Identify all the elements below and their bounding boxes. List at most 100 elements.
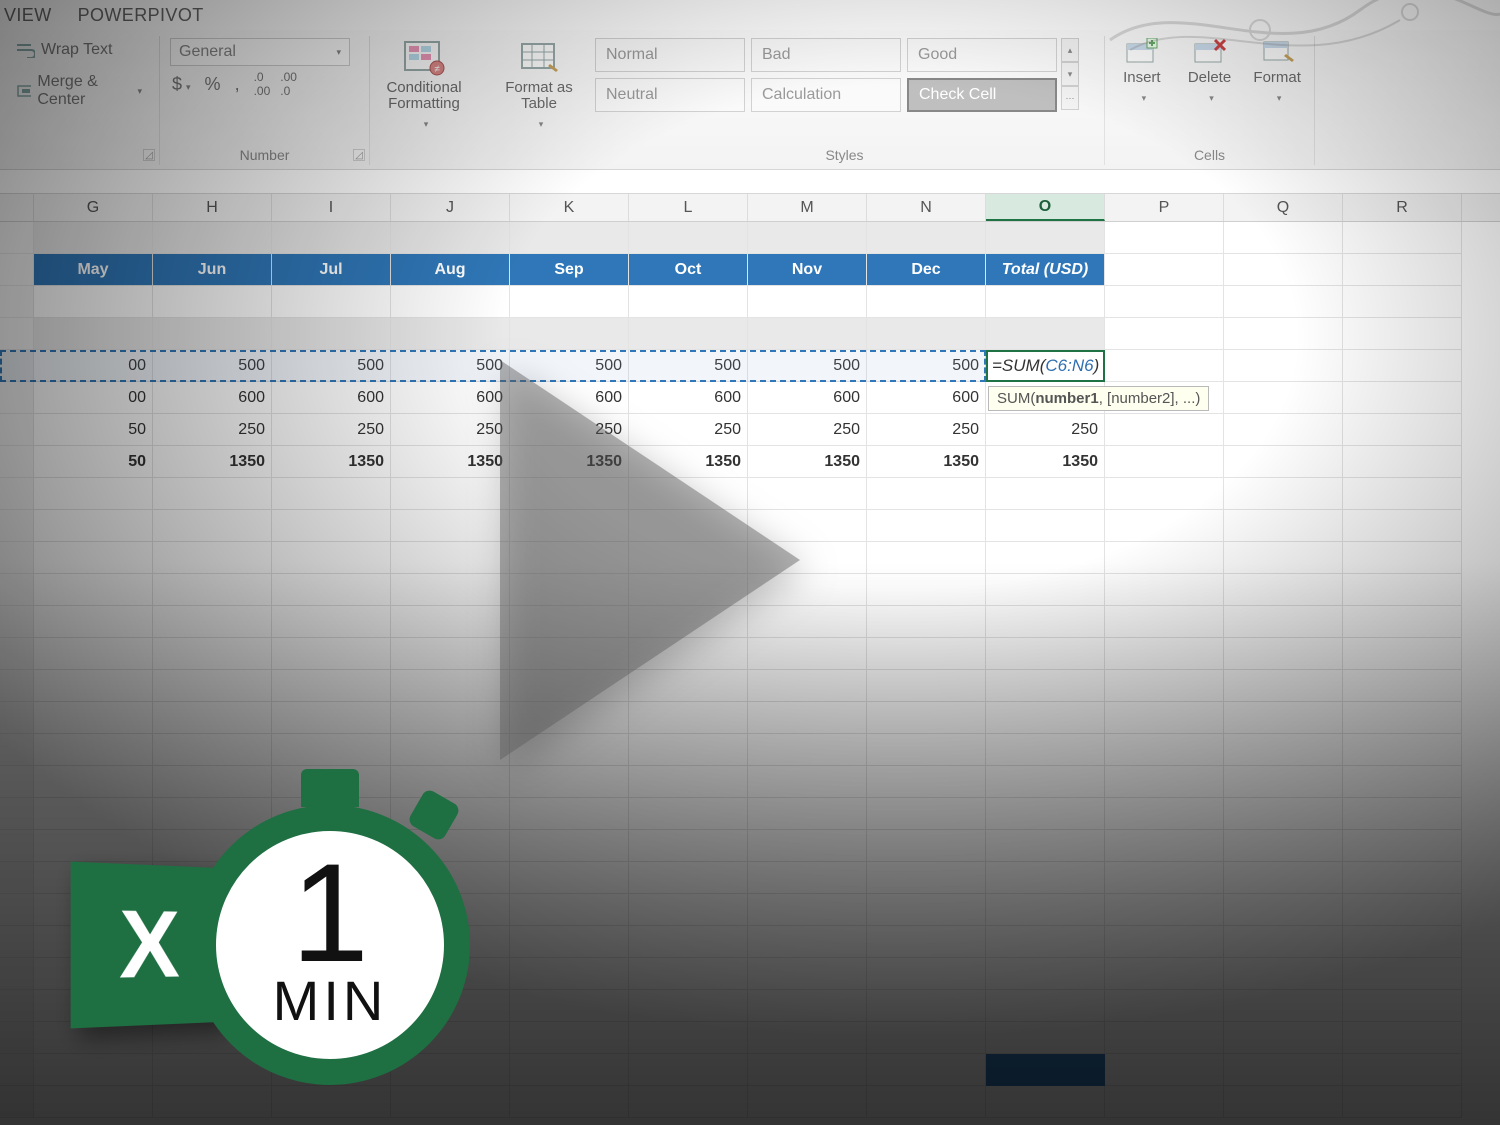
cell[interactable]	[629, 286, 748, 318]
column-headers[interactable]: G H I J K L M N O P Q R	[0, 194, 1500, 222]
col-header-active[interactable]: O	[986, 194, 1105, 221]
cell[interactable]	[1105, 1086, 1224, 1118]
cell[interactable]	[867, 862, 986, 894]
cell[interactable]	[1224, 1054, 1343, 1086]
cell[interactable]	[748, 926, 867, 958]
cell[interactable]	[510, 894, 629, 926]
cell[interactable]	[748, 766, 867, 798]
cell[interactable]	[629, 318, 748, 350]
cell[interactable]	[629, 830, 748, 862]
cell[interactable]	[867, 830, 986, 862]
cell[interactable]: 1350	[391, 446, 510, 478]
cell[interactable]	[1224, 254, 1343, 286]
cell[interactable]	[1224, 926, 1343, 958]
col-header[interactable]: M	[748, 194, 867, 221]
cell[interactable]	[1105, 318, 1224, 350]
cell[interactable]: Total (USD)	[986, 254, 1105, 286]
cell[interactable]	[629, 990, 748, 1022]
cell[interactable]	[629, 1054, 748, 1086]
cell[interactable]	[1224, 478, 1343, 510]
cell[interactable]	[748, 318, 867, 350]
row-header[interactable]	[0, 798, 34, 830]
cell[interactable]	[272, 510, 391, 542]
row-header[interactable]	[0, 542, 34, 574]
cell[interactable]	[391, 574, 510, 606]
cell[interactable]	[1105, 702, 1224, 734]
cell[interactable]	[1224, 670, 1343, 702]
cell[interactable]	[153, 318, 272, 350]
alignment-dialog-launcher[interactable]: ◿	[143, 149, 155, 161]
row-header[interactable]	[0, 830, 34, 862]
cell[interactable]: 1350	[272, 446, 391, 478]
cell[interactable]	[1105, 350, 1224, 382]
cell[interactable]	[867, 926, 986, 958]
cell[interactable]	[510, 830, 629, 862]
cell[interactable]	[1224, 318, 1343, 350]
cell[interactable]	[1105, 734, 1224, 766]
cell[interactable]	[629, 1022, 748, 1054]
cell[interactable]	[1105, 414, 1224, 446]
cell[interactable]	[986, 638, 1105, 670]
row-header[interactable]	[0, 862, 34, 894]
cell[interactable]	[629, 766, 748, 798]
cell[interactable]	[867, 958, 986, 990]
cell[interactable]: 50	[34, 414, 153, 446]
cell[interactable]	[867, 222, 986, 254]
cell[interactable]	[272, 318, 391, 350]
cell[interactable]: 500	[391, 350, 510, 382]
cell[interactable]	[1343, 926, 1462, 958]
cell[interactable]	[1224, 542, 1343, 574]
cell[interactable]	[867, 766, 986, 798]
cell[interactable]	[986, 958, 1105, 990]
cell[interactable]	[986, 990, 1105, 1022]
cell[interactable]	[986, 510, 1105, 542]
cell[interactable]	[986, 894, 1105, 926]
cell[interactable]	[748, 1086, 867, 1118]
cell[interactable]	[391, 702, 510, 734]
cell[interactable]	[1343, 1086, 1462, 1118]
cell[interactable]	[1224, 1022, 1343, 1054]
cell[interactable]	[1105, 670, 1224, 702]
cell[interactable]	[1224, 1086, 1343, 1118]
number-format-dropdown[interactable]: General ▾	[170, 38, 350, 66]
increase-decimal-button[interactable]: .0.00	[254, 70, 271, 98]
style-neutral[interactable]: Neutral	[595, 78, 745, 112]
cell[interactable]	[1105, 446, 1224, 478]
cell[interactable]	[153, 510, 272, 542]
cell[interactable]	[867, 510, 986, 542]
cell[interactable]	[1343, 638, 1462, 670]
cell[interactable]	[34, 766, 153, 798]
cell[interactable]	[986, 830, 1105, 862]
row-header[interactable]	[0, 222, 34, 254]
cell[interactable]	[986, 606, 1105, 638]
cell[interactable]	[1105, 542, 1224, 574]
cell[interactable]	[867, 1054, 986, 1086]
cell[interactable]	[391, 510, 510, 542]
cell[interactable]	[391, 766, 510, 798]
cell[interactable]	[34, 286, 153, 318]
cell[interactable]	[391, 606, 510, 638]
cell[interactable]	[629, 894, 748, 926]
cell[interactable]	[867, 318, 986, 350]
cell[interactable]	[1343, 1054, 1462, 1086]
cell[interactable]	[986, 670, 1105, 702]
cell[interactable]	[1343, 446, 1462, 478]
cell[interactable]: Oct	[629, 254, 748, 286]
cell[interactable]	[1105, 830, 1224, 862]
row-header[interactable]	[0, 702, 34, 734]
style-calculation[interactable]: Calculation	[751, 78, 901, 112]
cell[interactable]	[986, 798, 1105, 830]
cell[interactable]	[1343, 222, 1462, 254]
conditional-formatting-button[interactable]: ≠ Conditional Formatting ▾	[380, 38, 468, 132]
cell[interactable]	[867, 894, 986, 926]
cell[interactable]	[1224, 574, 1343, 606]
col-header[interactable]: J	[391, 194, 510, 221]
cell[interactable]	[34, 670, 153, 702]
cell[interactable]	[1105, 958, 1224, 990]
cell[interactable]	[1105, 222, 1224, 254]
cell[interactable]	[1105, 574, 1224, 606]
cell[interactable]	[1343, 830, 1462, 862]
cell[interactable]	[272, 734, 391, 766]
cell[interactable]	[748, 894, 867, 926]
tab-view[interactable]: VIEW	[4, 5, 52, 30]
